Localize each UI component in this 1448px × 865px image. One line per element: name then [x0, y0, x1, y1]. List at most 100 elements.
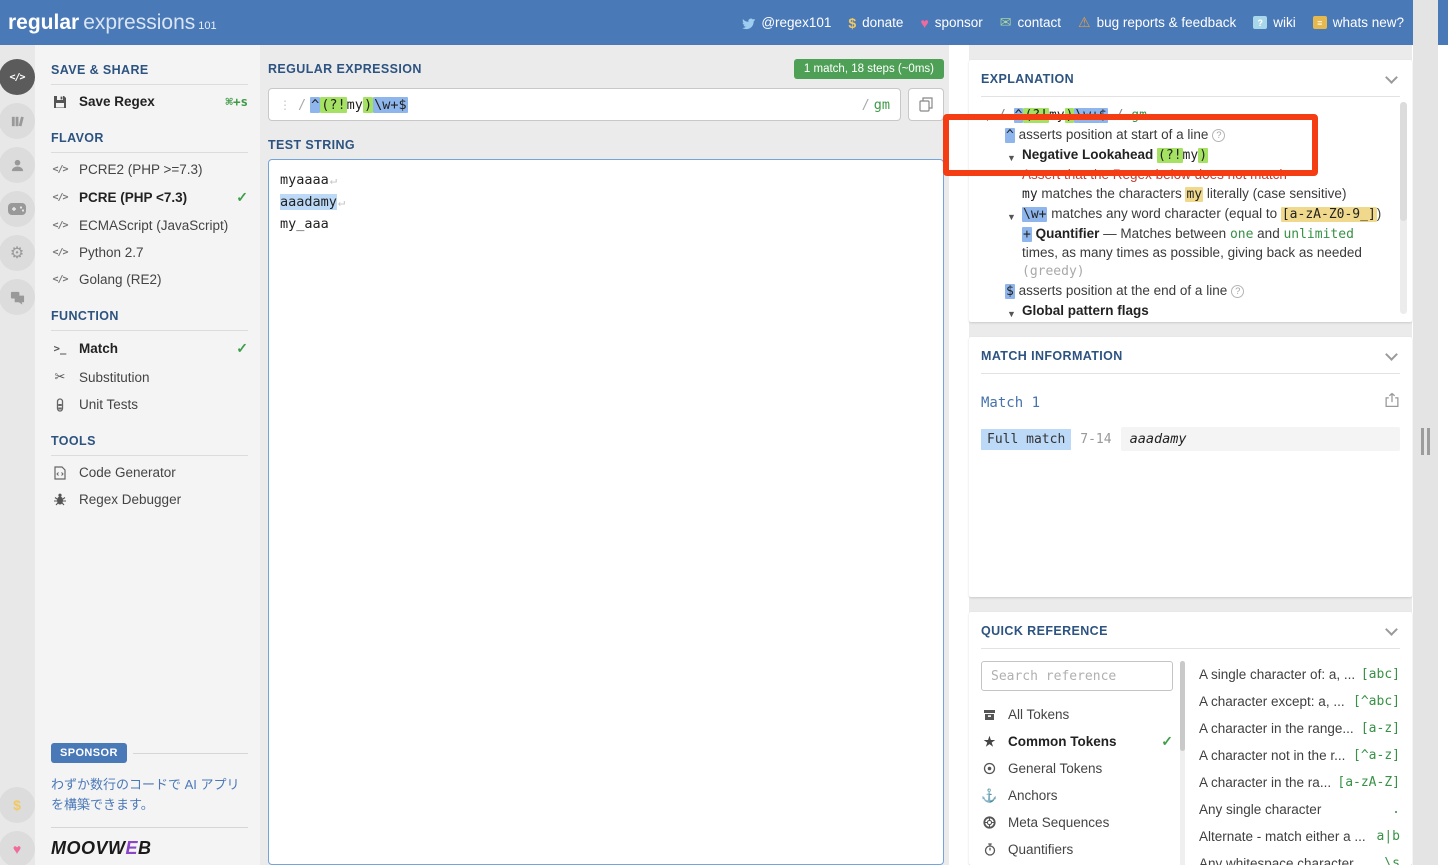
qr-entry-description: A character except: a, ...	[1199, 694, 1345, 709]
sponsor-badge[interactable]: SPONSOR	[51, 743, 127, 763]
star-icon: ★	[983, 733, 996, 749]
nav-link-donate[interactable]: $ donate	[848, 15, 903, 31]
explanation-line: my matches the characters my literally (…	[983, 185, 1386, 204]
explanation-segment: (greedy)	[1022, 264, 1085, 279]
nav-link-sponsor[interactable]: ♥ sponsor	[920, 15, 982, 31]
panel-resize-gutter[interactable]	[1413, 0, 1438, 865]
sidebar-item-save-regex[interactable]: Save Regex ⌘+s	[51, 88, 248, 115]
explanation-scrollbar[interactable]	[1400, 102, 1407, 314]
site-logo[interactable]: regular expressions 101	[8, 11, 217, 35]
sidebar-item-python-2-7[interactable]: </> Python 2.7	[51, 239, 248, 266]
qr-category-common-tokens[interactable]: ★ Common Tokens ✓	[981, 728, 1173, 755]
chevron-down-icon[interactable]	[1385, 347, 1398, 361]
qr-category-label: Meta Sequences	[1008, 815, 1110, 830]
collapse-arrow-icon[interactable]: ▼	[983, 109, 992, 127]
category-scrollbar[interactable]	[1180, 661, 1185, 865]
section-title-tools: TOOLS	[51, 434, 96, 448]
explanation-segment: \w+$	[1074, 108, 1108, 123]
sidebar-item-ecmascript-javascript[interactable]: </> ECMAScript (JavaScript)	[51, 212, 248, 239]
sponsor-block: SPONSOR わずか数行のコードで AI アプリを構築できます。 MOOVWE…	[51, 743, 248, 865]
sidebar-item-pcre-php-7-3[interactable]: </> PCRE (PHP <7.3) ✓	[51, 183, 248, 212]
nav-link-regex101[interactable]: @regex101	[741, 15, 831, 30]
rail-library-icon[interactable]	[0, 103, 35, 139]
qr-entry[interactable]: Any single character.	[1199, 796, 1400, 823]
qr-category-quantifiers[interactable]: Quantifiers	[981, 836, 1173, 863]
qr-entry[interactable]: A single character of: a, ... [abc]	[1199, 661, 1400, 688]
qr-entry-description: Any single character	[1199, 802, 1322, 817]
qr-entry[interactable]: A character not in the r... [^a-z]	[1199, 742, 1400, 769]
nav-label: @regex101	[761, 15, 832, 30]
sidebar-item-label: PCRE2 (PHP >=7.3)	[79, 162, 203, 177]
divider	[981, 648, 1400, 649]
rail-games-icon[interactable]	[0, 191, 35, 227]
qr-entry-token: [^abc]	[1353, 694, 1400, 709]
rail-dollar-icon[interactable]: $	[0, 787, 35, 823]
match-rows: Full match 7-14 aaadamy	[981, 427, 1400, 451]
code-icon: </>	[52, 274, 68, 285]
explanation-segment: my	[1185, 187, 1204, 202]
rail-heart-icon[interactable]: ♥	[0, 831, 35, 865]
qr-entry[interactable]: A character in the ra... [a-zA-Z]	[1199, 769, 1400, 796]
sidebar-item-code-generator[interactable]: Code Generator	[51, 459, 248, 486]
qr-entry[interactable]: A character in the range... [a-z]	[1199, 715, 1400, 742]
explanation-segment: matches the characters	[1037, 186, 1186, 201]
qr-entry[interactable]: Alternate - match either a ... a|b	[1199, 823, 1400, 850]
sidebar-item-golang-re2[interactable]: </> Golang (RE2)	[51, 266, 248, 293]
drag-handle-icon[interactable]: ⋮	[279, 98, 291, 112]
rail-gear-icon[interactable]: ⚙	[0, 235, 35, 271]
sidebar-item-match[interactable]: >_ Match ✓	[51, 334, 248, 363]
regex-input[interactable]: ⋮ / ^ (?!my) \w+$ / gm	[268, 88, 901, 121]
test-string-title: TEST STRING	[268, 138, 356, 152]
regex-flags[interactable]: gm	[874, 97, 890, 113]
chevron-down-icon[interactable]	[1385, 70, 1398, 84]
nav-link-wiki[interactable]: ? wiki	[1253, 15, 1296, 30]
rail-user-icon[interactable]	[0, 147, 35, 183]
sidebar-sections: SAVE & SHARE Save Regex ⌘+s FLAVOR </> PCRE2 …	[51, 47, 248, 513]
target-icon	[981, 762, 998, 775]
sidebar-item-label: PCRE (PHP <7.3)	[79, 190, 188, 205]
collapse-arrow-icon[interactable]: ▼	[1007, 208, 1016, 226]
sponsor-ad-text[interactable]: わずか数行のコードで AI アプリを構築できます。	[51, 775, 248, 815]
test-string-input[interactable]: myaaaa↵ aaadamy↵ my_aaa	[268, 159, 944, 865]
qr-category-general-tokens[interactable]: General Tokens	[981, 755, 1173, 782]
sidebar-item-label: Match	[79, 341, 119, 356]
search-input[interactable]	[981, 661, 1173, 691]
explanation-segment: gm	[1131, 108, 1147, 123]
collapse-arrow-icon[interactable]: ▼	[1007, 305, 1016, 322]
rail-chat-icon[interactable]	[0, 279, 35, 315]
sidebar-item-pcre2-php-7-3[interactable]: </> PCRE2 (PHP >=7.3)	[51, 156, 248, 183]
qr-entry[interactable]: Any whitespace character \s	[1199, 850, 1400, 865]
qr-category-anchors[interactable]: ⚓ Anchors	[981, 782, 1173, 809]
rail-code-icon[interactable]: </>	[0, 59, 35, 95]
explanation-segment: literally (case sensitive)	[1203, 186, 1347, 201]
explanation-segment: )	[1376, 206, 1382, 221]
qr-category-all-tokens[interactable]: All Tokens	[981, 701, 1173, 728]
check-icon: ✓	[1161, 733, 1173, 749]
sidebar-item-regex-debugger[interactable]: Regex Debugger	[51, 486, 248, 513]
qr-entry[interactable]: A character except: a, ... [^abc]	[1199, 688, 1400, 715]
dollar-icon: $	[848, 14, 857, 31]
regex-pattern: ^ (?!my) \w+$	[310, 96, 857, 113]
qr-category-meta-sequences[interactable]: Meta Sequences	[981, 809, 1173, 836]
copy-button[interactable]	[908, 88, 944, 121]
nav-link-whats-new[interactable]: ≡ whats new?	[1312, 15, 1404, 30]
sidebar-item-substitution[interactable]: ✂ Substitution	[51, 363, 248, 391]
explanation-title: EXPLANATION	[981, 72, 1075, 86]
sponsor-brand-logo[interactable]: MOOVWEB	[51, 838, 248, 859]
sidebar-item-label: Code Generator	[79, 465, 176, 480]
nav-link-bug-reports-feedback[interactable]: ⚠ bug reports & feedback	[1078, 14, 1236, 31]
collapse-arrow-icon[interactable]: ▼	[1007, 149, 1016, 167]
nav-link-contact[interactable]: ✉ contact	[1000, 14, 1061, 31]
match-status-badge: 1 match, 18 steps (~0ms)	[793, 59, 944, 79]
qr-entry-description: A character not in the r...	[1199, 748, 1346, 763]
sidebar-item-label: Save Regex	[79, 94, 155, 109]
explanation-segment: (?!	[1157, 148, 1183, 163]
check-icon: ✓	[236, 340, 248, 356]
match-range: 7-14	[1080, 431, 1112, 447]
brand-letter: E	[125, 838, 139, 859]
qr-entry-token: [^a-z]	[1353, 748, 1400, 763]
explanation-segment: times, as many times as possible, giving…	[1022, 245, 1362, 260]
sidebar-item-unit-tests[interactable]: Unit Tests	[51, 391, 248, 418]
export-match-button[interactable]	[1384, 392, 1400, 413]
chevron-down-icon[interactable]	[1385, 622, 1398, 636]
